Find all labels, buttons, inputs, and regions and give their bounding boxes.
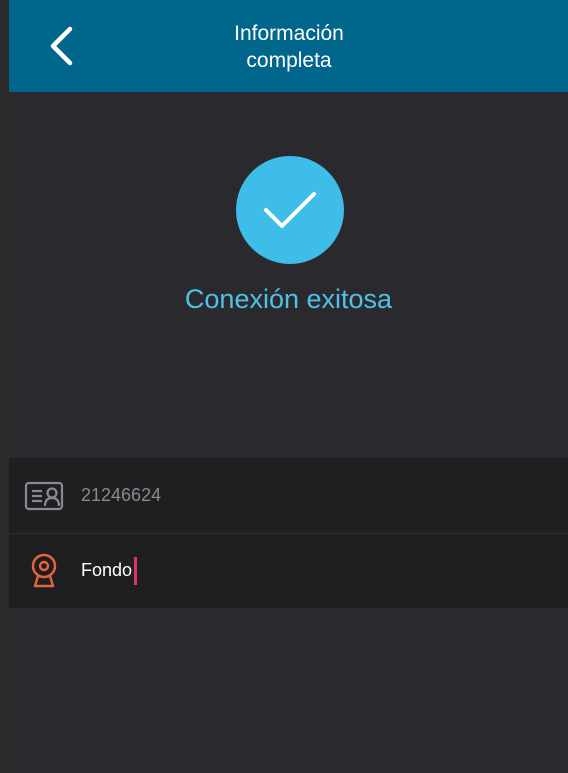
device-name-input[interactable]: Fondo [81, 551, 138, 591]
success-indicator [236, 156, 344, 264]
app-screen: Información completa Conexión exitosa 21… [9, 0, 568, 773]
device-id-value: 21246624 [81, 485, 162, 505]
back-button[interactable] [35, 20, 87, 72]
window-edge [0, 0, 9, 773]
camera-location-icon [24, 551, 64, 591]
id-card-icon [24, 476, 64, 516]
text-cursor [134, 556, 138, 585]
device-name-row[interactable]: Fondo [9, 533, 568, 608]
device-name-value: Fondo [81, 560, 133, 580]
page-title: Información completa [234, 22, 344, 72]
connection-status-text: Conexión exitosa [184, 284, 393, 314]
device-id-row: 21246624 [9, 458, 568, 533]
device-info-panel: 21246624 Fondo [9, 458, 568, 608]
checkmark-icon [264, 192, 316, 228]
app-frame: Información completa Conexión exitosa 21… [0, 0, 568, 773]
top-app-bar: Información completa [9, 0, 568, 92]
chevron-left-icon [50, 26, 73, 66]
